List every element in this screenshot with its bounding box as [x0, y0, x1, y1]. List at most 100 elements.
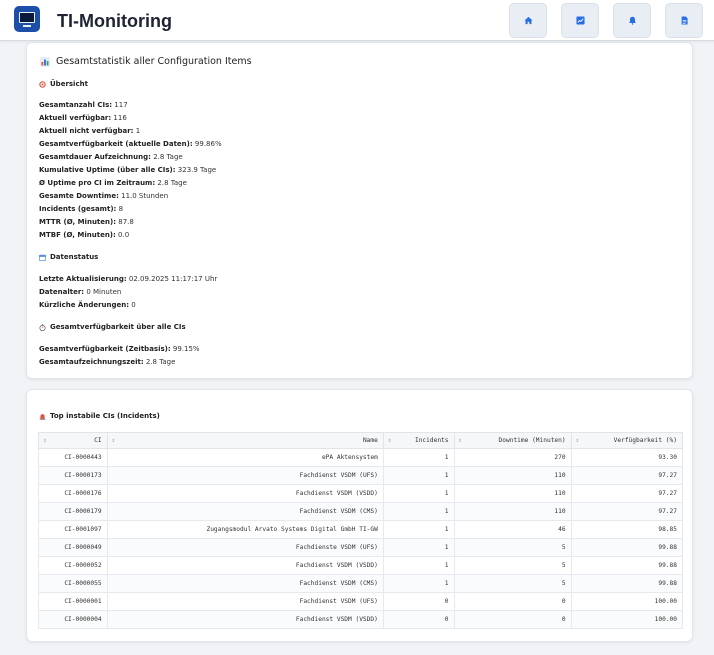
bell-icon	[628, 16, 636, 25]
cell-downtime: 5	[453, 538, 572, 557]
cell-ci: CI-0000173	[38, 466, 108, 485]
cell-name: Fachdienst VSDM (CMS)	[106, 574, 384, 593]
notifications-button[interactable]	[613, 3, 651, 38]
app-title: TI-Monitoring	[57, 11, 172, 31]
cell-ci: CI-0000055	[38, 574, 108, 593]
stat-row: Gesamtanzahl CIs: 117	[39, 101, 128, 109]
home-button[interactable]	[509, 3, 547, 38]
cell-incidents: 1	[382, 520, 455, 539]
home-icon	[523, 16, 533, 25]
cell-incidents: 0	[382, 610, 455, 629]
unstable-cis-table: ⇕ CI ⇕ Name ⇕ Incidents ⇕ Downtime (Minuten)…	[38, 432, 684, 629]
cell-incidents: 1	[382, 502, 455, 521]
cell-availability: 99.88	[570, 556, 684, 575]
table-header-row: ⇕ CI ⇕ Name ⇕ Incidents ⇕ Downtime (Minuten)…	[38, 432, 684, 449]
column-header-downtime[interactable]: ⇕ Downtime (Minuten)	[453, 432, 572, 449]
sort-icon[interactable]: ⇕	[388, 437, 392, 444]
cell-downtime: 110	[453, 484, 572, 503]
stat-row: MTTR (Ø, Minuten): 87.8	[39, 218, 134, 226]
monitor-logo-icon	[14, 6, 40, 32]
table-row: CI-0000052 Fachdienst VSDM (VSDD) 1 5 99.88	[38, 556, 684, 575]
table-row: CI-0000004 Fachdienst VSDM (VSDD) 0 0 100.00	[38, 610, 684, 629]
datastatus-row: Letzte Aktualisierung: 02.09.2025 11:17:…	[39, 275, 218, 283]
cell-incidents: 1	[382, 484, 455, 503]
siren-icon	[39, 413, 46, 420]
availability-row: Gesamtaufzeichnungszeit: 2.8 Tage	[39, 358, 176, 366]
stat-row: Ø Uptime pro CI im Zeitraum: 2.8 Tage	[39, 179, 187, 187]
cell-incidents: 0	[382, 592, 455, 611]
cell-name: Fachdienst VSDM (VSDD)	[106, 556, 384, 575]
column-header-ci[interactable]: ⇕ CI	[38, 432, 108, 449]
statistics-title: Gesamtstatistik aller Configuration Item…	[56, 56, 252, 67]
datastatus-row: Kürzliche Änderungen: 0	[39, 301, 136, 309]
datastatus-heading: Datenstatus	[50, 253, 99, 261]
table-row: CI-0000179 Fachdienst VSDM (CMS) 1 110 97.27	[38, 502, 684, 521]
column-header-availability[interactable]: ⇕ Verfügbarkeit (%)	[570, 432, 684, 449]
availability-row: Gesamtverfügbarkeit (Zeitbasis): 99.15%	[39, 345, 200, 353]
cell-availability: 97.27	[570, 502, 684, 521]
stat-row: Gesamtverfügbarkeit (aktuelle Daten): 99…	[39, 140, 222, 148]
cell-availability: 100.00	[570, 592, 684, 611]
cell-downtime: 5	[453, 556, 572, 575]
cell-name: Fachdienst VSDM (UFS)	[106, 592, 384, 611]
statistics-title-wrap: Gesamtstatistik aller Configuration Item…	[40, 56, 252, 67]
availability-heading-wrap: Gesamtverfügbarkeit über alle CIs	[39, 323, 186, 331]
table-row: CI-0000176 Fachdienst VSDM (VSDD) 1 110 97.2…	[38, 484, 684, 503]
stat-row: MTBF (Ø, Minuten): 0.0	[39, 231, 130, 239]
cell-ci: CI-0001097	[38, 520, 108, 539]
cell-ci: CI-0000049	[38, 538, 108, 557]
cell-availability: 100.00	[570, 610, 684, 629]
cell-availability: 99.88	[570, 574, 684, 593]
cell-ci: CI-0000052	[38, 556, 108, 575]
overall-statistics-card: Gesamtstatistik aller Configuration Item…	[26, 42, 693, 379]
sort-icon[interactable]: ⇕	[43, 437, 47, 444]
stat-row: Incidents (gesamt): 8	[39, 205, 124, 213]
cell-ci: CI-0000004	[38, 610, 108, 629]
stopwatch-icon	[39, 323, 46, 331]
unstable-heading-wrap: Top instabile CIs (Incidents)	[39, 412, 160, 420]
target-icon	[39, 80, 46, 88]
stat-row: Gesamtdauer Aufzeichnung: 2.8 Tage	[39, 153, 183, 161]
cell-downtime: 270	[453, 448, 572, 467]
cell-availability: 99.88	[570, 538, 684, 557]
datastatus-heading-wrap: Datenstatus	[39, 253, 98, 261]
cell-name: Fachdienst VSDM (VSDD)	[106, 484, 384, 503]
cell-downtime: 46	[453, 520, 572, 539]
cell-incidents: 1	[382, 466, 455, 485]
stat-row: Gesamte Downtime: 11.0 Stunden	[39, 192, 169, 200]
table-row: CI-0000173 Fachdienst VSDM (UFS) 1 110 97.27	[38, 466, 684, 485]
overview-heading: Übersicht	[50, 80, 88, 88]
sort-icon[interactable]: ⇕	[112, 437, 116, 444]
cell-downtime: 0	[453, 610, 572, 629]
cell-name: Fachdienst VSDM (UFS)	[106, 466, 384, 485]
cell-availability: 97.27	[570, 466, 684, 485]
calendar-icon	[39, 254, 46, 261]
cell-ci: CI-0000443	[38, 448, 108, 467]
cell-ci: CI-0000176	[38, 484, 108, 503]
cell-incidents: 1	[382, 556, 455, 575]
datastatus-row: Datenalter: 0 Minuten	[39, 288, 122, 296]
sort-icon[interactable]: ⇕	[576, 437, 580, 444]
cell-name: Fachdienst VSDM (VSDD)	[106, 610, 384, 629]
documents-button[interactable]	[665, 3, 703, 38]
cell-downtime: 110	[453, 466, 572, 485]
table-row: CI-0000049 Fachdienste VSDM (UFS) 1 5 99.88	[38, 538, 684, 557]
overview-heading-wrap: Übersicht	[39, 80, 88, 88]
cell-name: Fachdienste VSDM (UFS)	[106, 538, 384, 557]
cell-downtime: 0	[453, 592, 572, 611]
column-header-incidents[interactable]: ⇕ Incidents	[382, 432, 455, 449]
table-row: CI-0000055 Fachdienst VSDM (CMS) 1 5 99.88	[38, 574, 684, 593]
column-header-name[interactable]: ⇕ Name	[106, 432, 384, 449]
table-row: CI-0000443 ePA Aktensystem 1 270 93.30	[38, 448, 684, 467]
document-icon	[681, 16, 688, 25]
cell-availability: 97.27	[570, 484, 684, 503]
table-row: CI-0001097 Zugangsmodul Arvato Systems Di…	[38, 520, 684, 539]
unstable-heading: Top instabile CIs (Incidents)	[50, 412, 160, 420]
cell-name: Fachdienst VSDM (CMS)	[106, 502, 384, 521]
chart-icon	[575, 16, 585, 25]
sort-icon[interactable]: ⇕	[459, 437, 463, 444]
cell-availability: 98.85	[570, 520, 684, 539]
cell-ci: CI-0000001	[38, 592, 108, 611]
cell-name: Zugangsmodul Arvato Systems Digital GmbH…	[106, 520, 384, 539]
statistics-button[interactable]	[561, 3, 599, 38]
